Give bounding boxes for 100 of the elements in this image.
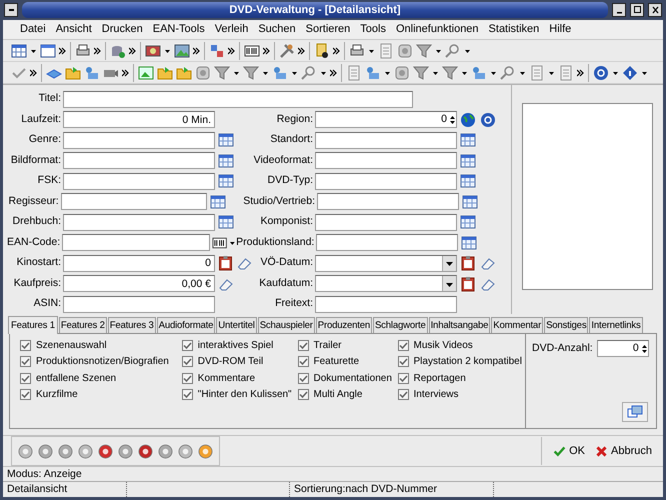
printer-icon[interactable] — [75, 42, 91, 58]
filter-icon[interactable] — [243, 64, 259, 80]
menu-item[interactable]: Datei — [15, 21, 51, 38]
tab[interactable]: Inhaltsangabe — [428, 317, 490, 333]
squares-icon[interactable] — [209, 42, 225, 58]
spin-arrows-icon[interactable] — [640, 344, 648, 352]
checkbox[interactable] — [398, 356, 409, 368]
folder-icon[interactable] — [65, 64, 81, 80]
spin-arrows-icon[interactable] — [449, 116, 456, 124]
checkbox[interactable] — [182, 372, 193, 384]
menu-item[interactable]: Hilfe — [544, 21, 576, 38]
input-field[interactable] — [315, 172, 457, 190]
checkbox[interactable] — [298, 389, 308, 400]
round-button-icon[interactable] — [38, 444, 53, 458]
script-icon[interactable] — [314, 42, 330, 58]
filter-icon[interactable] — [214, 64, 230, 80]
round-button-icon[interactable] — [98, 444, 113, 458]
help-icon[interactable] — [593, 64, 609, 80]
table-icon[interactable] — [217, 214, 235, 230]
chevron-icon[interactable] — [129, 46, 136, 54]
input-field[interactable] — [315, 296, 457, 313]
folder-icon[interactable] — [176, 64, 192, 80]
people-icon[interactable] — [84, 64, 100, 80]
table-icon[interactable] — [460, 234, 478, 251]
checkbox[interactable] — [20, 356, 31, 368]
round-button-icon[interactable] — [138, 444, 153, 458]
input-field[interactable] — [316, 234, 458, 252]
table-icon[interactable] — [217, 132, 235, 148]
input-field[interactable] — [63, 132, 215, 149]
input-field[interactable] — [315, 152, 457, 170]
combo-field[interactable] — [315, 254, 457, 272]
calendar-icon[interactable] — [217, 255, 234, 272]
round-button-icon[interactable] — [78, 444, 93, 458]
input-field[interactable]: 0 — [63, 254, 215, 272]
info-icon[interactable] — [622, 64, 638, 80]
table-icon[interactable] — [459, 132, 477, 148]
chevron-icon[interactable] — [330, 68, 337, 76]
menu-item[interactable]: Sortieren — [300, 21, 356, 38]
calendar-icon[interactable] — [459, 276, 477, 292]
round-button-icon[interactable] — [178, 444, 193, 458]
menu-item[interactable]: Statistiken — [484, 21, 544, 38]
input-field[interactable] — [315, 132, 457, 149]
system-menu-button[interactable] — [4, 3, 18, 17]
tab[interactable]: Produzenten — [316, 317, 372, 333]
chevron-icon[interactable] — [122, 68, 129, 76]
folder-icon[interactable] — [157, 64, 173, 80]
spin-field[interactable]: 0 — [315, 111, 457, 128]
round-button-icon[interactable] — [58, 444, 73, 458]
chevron-icon[interactable] — [193, 46, 200, 54]
tab[interactable]: Untertitel — [216, 317, 257, 333]
input-field[interactable] — [62, 234, 210, 252]
chevron-icon[interactable] — [228, 46, 235, 54]
table-icon[interactable] — [208, 194, 227, 210]
tab[interactable]: Features 1 — [8, 316, 58, 334]
input-field[interactable]: 0,00 € — [63, 275, 215, 292]
chevron-icon[interactable] — [94, 46, 101, 54]
menu-item[interactable]: Tools — [355, 21, 391, 38]
tools-icon[interactable] — [279, 42, 295, 58]
menu-item[interactable]: Ansicht — [50, 21, 97, 38]
screen-icon[interactable] — [145, 42, 161, 58]
window-button[interactable] — [622, 402, 648, 422]
tab[interactable]: Features 2 — [58, 317, 107, 333]
close-icon[interactable] — [652, 6, 658, 14]
printer-icon[interactable] — [349, 42, 365, 58]
input-field[interactable]: 0 Min. — [63, 111, 215, 128]
filter-icon[interactable] — [413, 64, 429, 80]
image-icon[interactable] — [174, 42, 190, 58]
minus-icon[interactable] — [8, 6, 14, 14]
caret-icon[interactable] — [446, 259, 453, 268]
checkbox[interactable] — [182, 340, 193, 351]
table-icon[interactable] — [461, 194, 479, 210]
chevron-icon[interactable] — [59, 46, 66, 54]
input-field[interactable]: 0 — [598, 341, 641, 356]
checkbox[interactable] — [20, 340, 31, 351]
input-field[interactable]: 0 — [316, 112, 449, 128]
menu-item[interactable]: Verleih — [210, 21, 254, 38]
chevron-icon[interactable] — [298, 46, 305, 54]
barcode-icon[interactable] — [244, 42, 260, 58]
input-field[interactable] — [315, 214, 457, 231]
checkbox[interactable] — [20, 372, 31, 384]
chevron-icon[interactable] — [263, 46, 270, 54]
tab[interactable]: Features 3 — [108, 317, 156, 333]
checkbox[interactable] — [182, 356, 193, 368]
barcode-icon[interactable] — [212, 234, 228, 251]
tab[interactable]: Schlagworte — [372, 317, 428, 333]
minimize-button[interactable] — [612, 3, 626, 17]
dropdown-button[interactable] — [442, 256, 456, 271]
calendar-icon[interactable] — [459, 255, 477, 272]
table-icon[interactable] — [459, 214, 477, 230]
checkbox[interactable] — [182, 389, 193, 400]
tab[interactable]: Schauspieler — [258, 317, 315, 333]
menu-item[interactable]: Onlinefunktionen — [390, 21, 484, 38]
grid-icon[interactable] — [11, 42, 27, 58]
chevron-icon[interactable] — [333, 46, 340, 54]
table-icon[interactable] — [217, 173, 235, 190]
tab[interactable]: Internetlinks — [589, 317, 643, 333]
input-field[interactable] — [63, 296, 215, 313]
input-field[interactable] — [60, 193, 207, 210]
filter-icon[interactable] — [442, 64, 458, 80]
round-button-icon[interactable] — [198, 444, 213, 458]
